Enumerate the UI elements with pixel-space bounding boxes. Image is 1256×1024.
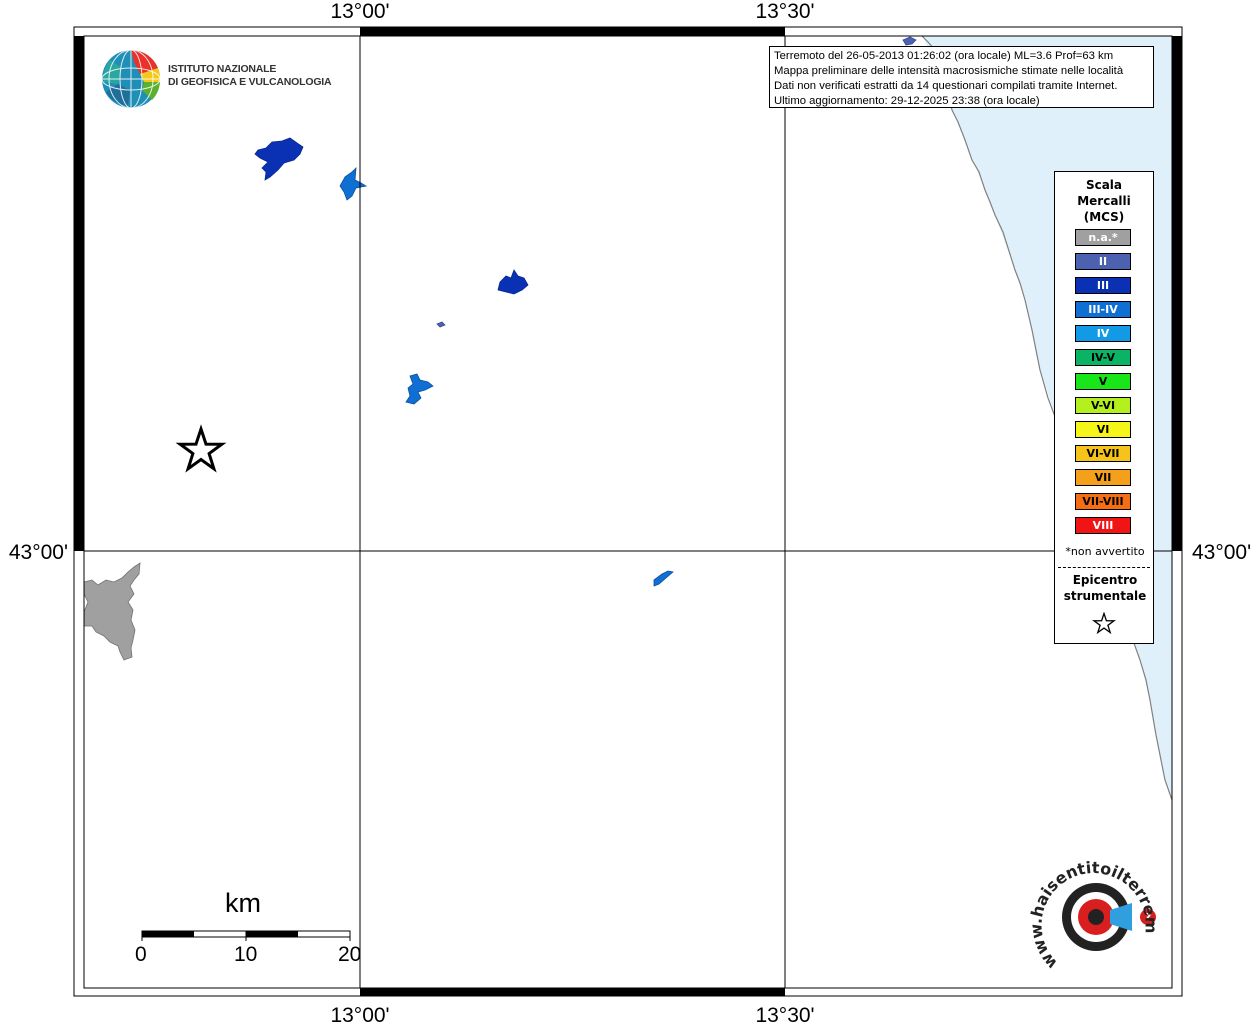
legend-note-not-felt: *non avvertito	[1065, 545, 1145, 558]
frame-segment	[360, 27, 785, 36]
locality-patch-iii-iv	[653, 570, 674, 587]
info-line-event: Terremoto del 26-05-2013 01:26:02 (ora l…	[774, 50, 1114, 62]
lon-label-bottom-left: 13°00'	[330, 1004, 389, 1024]
legend-item-ii: II	[1075, 253, 1131, 270]
scale-bar-tick-20: 20	[338, 943, 362, 966]
globe-icon	[101, 49, 161, 109]
legend-item-v-vi: V-VI	[1075, 397, 1131, 414]
frame-segment	[74, 36, 84, 551]
legend-epicenter-label: Epicentro strumentale	[1055, 572, 1155, 604]
locality-patch-ii	[902, 36, 917, 46]
ingv-logo: ISTITUTO NAZIONALE DI GEOFISICA E VULCAN…	[100, 48, 332, 110]
legend-epicenter-line1: Epicentro	[1072, 573, 1138, 587]
legend-title-line1: Scala	[1085, 178, 1123, 192]
locality-patch-ii	[436, 321, 446, 328]
locality-patch-na	[83, 562, 141, 661]
info-line-data-source: Dati non verificati estratti da 14 quest…	[774, 80, 1118, 92]
info-line-last-update: Ultimo aggiornamento: 29-12-2025 23:38 (…	[774, 95, 1040, 107]
lon-label-top-left: 13°00'	[330, 0, 389, 23]
legend-title-line2: Mercalli	[1077, 194, 1131, 208]
legend-item-vi-vii: VI-VII	[1075, 445, 1131, 462]
info-line-description: Mappa preliminare delle intensità macros…	[774, 65, 1124, 77]
mcs-legend: Scala Mercalli (MCS) n.a.* II III III-IV…	[1054, 171, 1154, 644]
legend-item-iii: III	[1075, 277, 1131, 294]
locality-patch-iii	[497, 269, 529, 295]
legend-item-vii: VII	[1075, 469, 1131, 486]
lat-label-left: 43°00'	[9, 541, 68, 564]
legend-item-vii-viii: VII-VIII	[1075, 493, 1131, 510]
locality-patch-iii-iv	[405, 373, 434, 405]
locality-patch-iii	[254, 137, 304, 181]
legend-item-viii: VIII	[1075, 517, 1131, 534]
legend-items: n.a.* II III III-IV IV IV-V V V-VI VI VI…	[1075, 229, 1131, 541]
locality-patch-iii-iv	[339, 166, 368, 201]
ingv-name-line2: DI GEOFISICA E VULCANOLOGIA	[168, 76, 332, 88]
legend-item-v: V	[1075, 373, 1131, 390]
scale-bar-unit: km	[225, 888, 261, 918]
legend-item-vi: VI	[1075, 421, 1131, 438]
epicenter-star-icon	[175, 424, 227, 473]
lon-label-top-right: 13°30'	[755, 0, 814, 23]
legend-epicenter-line2: strumentale	[1063, 589, 1147, 603]
legend-item-na: n.a.*	[1075, 229, 1131, 246]
legend-item-iii-iv: III-IV	[1075, 301, 1131, 318]
ingv-name: ISTITUTO NAZIONALE DI GEOFISICA E VULCAN…	[168, 63, 332, 89]
scale-bar-tick-0: 0	[135, 943, 147, 966]
legend-item-iv-v: IV-V	[1075, 349, 1131, 366]
event-info-box: Terremoto del 26-05-2013 01:26:02 (ora l…	[769, 46, 1154, 108]
lat-label-right: 43°00'	[1192, 541, 1251, 564]
ingv-name-line1: ISTITUTO NAZIONALE	[168, 63, 277, 75]
scale-bar	[141, 930, 351, 941]
legend-title: Scala Mercalli (MCS)	[1055, 177, 1153, 225]
lon-label-bottom-right: 13°30'	[755, 1004, 814, 1024]
legend-title-line3: (MCS)	[1083, 210, 1125, 224]
frame-segment	[1172, 36, 1182, 551]
haisentitoilterremoto-logo: ? www.haisentitoilterremoto.it	[1030, 855, 1160, 973]
legend-divider	[1058, 567, 1150, 568]
legend-star-icon	[1092, 612, 1116, 634]
scale-bar-tick-10: 10	[234, 943, 258, 966]
frame-segment	[360, 988, 785, 996]
legend-item-iv: IV	[1075, 325, 1131, 342]
